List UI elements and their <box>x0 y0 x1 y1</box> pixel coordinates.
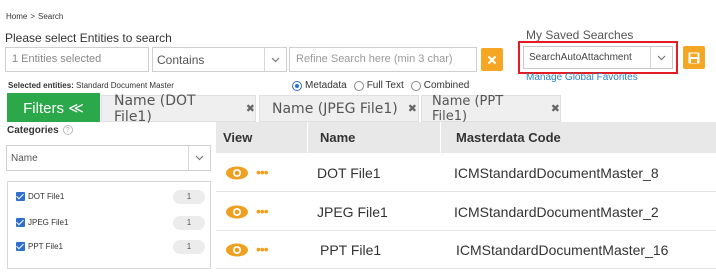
chevron-down-icon <box>188 146 210 170</box>
facet-item-dot-file1[interactable]: DOT File1 <box>16 192 64 201</box>
breadcrumb-home-link[interactable]: Home <box>6 12 27 21</box>
column-header-name[interactable]: Name <box>309 122 441 153</box>
table-row[interactable]: ••• PPT File1 ICMStandardDocumentMaster_… <box>216 231 716 269</box>
search-mode-combined-label: Combined <box>423 80 470 91</box>
eye-icon[interactable] <box>225 243 249 257</box>
filter-tag-label: Name (JPEG File1) <box>272 100 398 117</box>
facet-item-jpeg-file1[interactable]: JPEG File1 <box>16 218 68 227</box>
chevron-down-icon <box>264 48 286 71</box>
more-actions-icon[interactable]: ••• <box>256 242 269 256</box>
facet-count-badge: 1 <box>173 216 205 230</box>
facet-count-badge: 1 <box>173 240 205 254</box>
cell-masterdata-code: ICMStandardDocumentMaster_8 <box>454 165 659 181</box>
radio-unchecked-icon <box>353 80 364 91</box>
search-mode-metadata[interactable]: Metadata <box>292 80 347 91</box>
help-icon[interactable]: ? <box>62 125 73 135</box>
radio-checked-icon <box>292 80 302 91</box>
floppy-disk-icon <box>688 52 700 63</box>
filter-tag-ppt-file1[interactable]: Name (PPT File1) ✖ <box>421 93 561 124</box>
radio-unchecked-icon <box>410 80 421 91</box>
close-icon[interactable]: ✖ <box>551 102 560 115</box>
category-select-value: Name <box>11 153 38 164</box>
checkbox-checked-icon[interactable] <box>16 242 25 251</box>
checkbox-checked-icon[interactable] <box>16 192 25 201</box>
saved-searches-title: My Saved Searches <box>526 28 634 42</box>
table-row[interactable]: ••• DOT File1 ICMStandardDocumentMaster_… <box>216 154 716 192</box>
facet-label: PPT File1 <box>28 242 63 251</box>
more-actions-icon[interactable]: ••• <box>256 165 269 179</box>
breadcrumb-separator: > <box>30 12 36 21</box>
breadcrumb-current: Search <box>38 12 64 21</box>
manage-global-favorites-link[interactable]: Manage Global Favorites <box>526 72 638 83</box>
close-icon <box>487 55 497 64</box>
checkbox-checked-icon[interactable] <box>16 218 25 227</box>
operator-select-value: Contains <box>157 53 205 67</box>
column-header-masterdata-code[interactable]: Masterdata Code <box>442 122 716 153</box>
cell-masterdata-code: ICMStandardDocumentMaster_16 <box>456 242 669 258</box>
more-actions-icon[interactable]: ••• <box>256 204 269 218</box>
results-grid-header: View Name Masterdata Code <box>216 122 716 153</box>
facet-list: DOT File1 1 JPEG File1 1 PPT File1 1 <box>7 181 211 269</box>
column-header-view[interactable]: View <box>216 122 308 153</box>
filter-tag-jpeg-file1[interactable]: Name (JPEG File1) ✖ <box>259 95 419 122</box>
saved-search-value: SearchAutoAttachment <box>529 52 632 63</box>
eye-icon[interactable] <box>225 166 249 180</box>
categories-heading: Categories? <box>7 125 73 136</box>
breadcrumb: Home > Search <box>6 12 66 21</box>
cell-masterdata-code: ICMStandardDocumentMaster_2 <box>454 204 659 220</box>
table-row[interactable]: ••• JPEG File1 ICMStandardDocumentMaster… <box>216 193 716 231</box>
facet-label: JPEG File1 <box>28 218 69 227</box>
facet-count-badge: 1 <box>173 190 205 204</box>
close-icon[interactable]: ✖ <box>408 102 417 115</box>
filter-tag-dot-file1[interactable]: Name (DOT File1) ✖ <box>101 92 256 125</box>
eye-icon[interactable] <box>225 205 249 219</box>
categories-title: Categories <box>7 125 59 136</box>
category-select[interactable]: Name <box>6 145 211 171</box>
selected-entities-value: Standard Document Master <box>76 81 174 90</box>
entities-select-input[interactable]: 1 Entities selected <box>5 47 149 72</box>
close-icon[interactable]: ✖ <box>246 102 255 115</box>
search-mode-group: Metadata Full Text Combined <box>292 80 472 91</box>
saved-search-select[interactable]: SearchAutoAttachment <box>523 46 673 69</box>
search-mode-combined[interactable]: Combined <box>410 80 470 91</box>
filter-tag-label: Name (PPT File1) <box>432 93 504 124</box>
chevron-down-icon <box>650 47 672 68</box>
search-mode-full-text-label: Full Text <box>366 80 404 91</box>
entities-select-value: 1 Entities selected <box>12 53 102 65</box>
filters-toggle-button[interactable]: Filters ≪ <box>7 93 100 122</box>
cell-name: PPT File1 <box>320 242 382 258</box>
cell-name: JPEG File1 <box>317 204 388 220</box>
facet-label: DOT File1 <box>28 192 65 201</box>
entity-select-prompt: Please select Entities to search <box>5 31 172 45</box>
operator-select[interactable]: Contains <box>152 47 287 72</box>
refine-search-placeholder: Refine Search here (min 3 char) <box>296 53 453 65</box>
search-mode-full-text[interactable]: Full Text <box>353 80 404 91</box>
clear-search-button[interactable] <box>481 48 503 71</box>
filter-tag-label: Name (DOT File1) <box>114 92 196 125</box>
search-mode-metadata-label: Metadata <box>305 80 347 91</box>
save-search-button[interactable] <box>683 46 705 69</box>
selected-entities-label: Selected entities: <box>8 81 74 90</box>
refine-search-input[interactable]: Refine Search here (min 3 char) <box>289 47 477 72</box>
facet-item-ppt-file1[interactable]: PPT File1 <box>16 242 63 251</box>
selected-entities: Selected entities: Standard Document Mas… <box>8 81 174 90</box>
cell-name: DOT File1 <box>317 165 381 181</box>
